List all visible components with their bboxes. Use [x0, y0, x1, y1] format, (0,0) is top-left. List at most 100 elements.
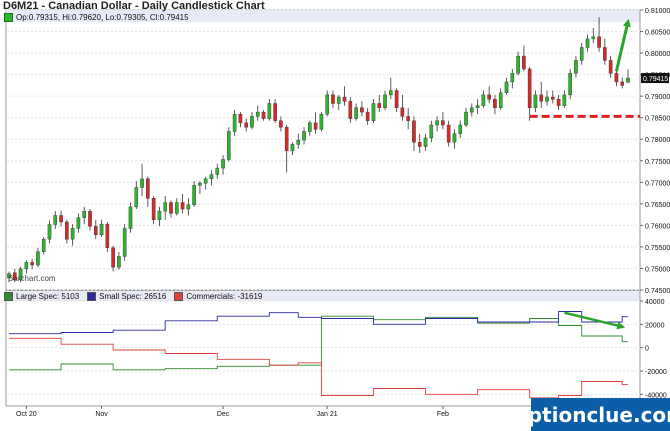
candle-body: [30, 262, 34, 266]
candle-body: [308, 122, 312, 132]
candle-body: [354, 107, 358, 119]
candle-body: [238, 114, 243, 124]
candle-body: [273, 103, 277, 121]
price-tick-label: 0.77500: [645, 159, 670, 166]
price-tick-label: 0.74500: [645, 288, 670, 295]
candle-body: [232, 114, 237, 132]
candle-body: [522, 55, 526, 70]
candle-body: [255, 111, 260, 117]
candle-body: [313, 122, 318, 130]
candle-body: [394, 90, 399, 108]
x-tick-label: Dec: [217, 411, 230, 418]
brand-banner[interactable]: optionclue.com: [514, 398, 670, 431]
cot-y-ticks: 40000200000-20000-40000: [640, 299, 667, 399]
candle-body: [203, 178, 208, 184]
legend-swatch-large-spec: [4, 292, 13, 301]
candle-body: [279, 120, 283, 128]
candle-body: [400, 107, 405, 117]
candle-body: [446, 124, 451, 143]
candle-body: [620, 81, 625, 86]
cot-tick-label: 20000: [645, 322, 665, 329]
candle-body: [82, 210, 87, 218]
candle-body: [180, 202, 185, 210]
candle-body: [556, 98, 561, 106]
candle-body: [464, 111, 468, 126]
candle-body: [134, 187, 139, 208]
candle-body: [441, 120, 445, 126]
x-tick-label: Jan 21: [317, 411, 338, 418]
candle-body: [458, 124, 463, 134]
chart-title: D6M21 - Canadian Dollar - Daily Candlest…: [3, 0, 265, 12]
legend-large-spec: Large Spec: 5103: [4, 292, 79, 301]
price-tick-label: 0.78500: [645, 116, 670, 123]
candle-body: [302, 131, 306, 141]
candle-body: [510, 73, 515, 83]
candle-body: [53, 215, 58, 225]
candle-body: [579, 47, 584, 61]
candle-body: [527, 68, 532, 108]
candle-body: [614, 73, 619, 83]
candle-body: [111, 247, 115, 268]
cot-panel: [5, 290, 641, 407]
candle-body: [371, 103, 376, 121]
candle-body: [267, 103, 272, 119]
price-tick-label: 0.76500: [645, 202, 670, 209]
candle-body: [157, 210, 162, 220]
watermark-text: Barchart.com: [8, 274, 56, 283]
candle-body: [169, 202, 173, 214]
candle-body: [423, 137, 428, 147]
candle-body: [163, 202, 167, 212]
chart-stage: 0.810000.805000.800000.795000.790000.785…: [0, 0, 670, 431]
candle-body: [319, 114, 324, 130]
candle-body: [493, 98, 497, 108]
candle-body: [412, 120, 416, 143]
candle-body: [539, 94, 544, 102]
candle-body: [383, 94, 387, 108]
legend-swatch-commercials: [174, 292, 184, 301]
price-tick-label: 0.76000: [645, 223, 670, 230]
ohlc-swatch: [4, 12, 13, 22]
price-tick-label: 0.80000: [645, 51, 670, 58]
price-tick-label: 0.77000: [645, 180, 670, 187]
candle-body: [545, 96, 549, 102]
cot-tick-label: 0: [645, 346, 649, 353]
legend-label-large-spec: Large Spec: 5103: [16, 292, 80, 301]
candle-body: [550, 96, 555, 100]
candle-body: [128, 206, 133, 229]
candle-body: [585, 38, 590, 48]
candle-body: [65, 221, 69, 240]
price-panel: [5, 9, 641, 291]
candle-body: [487, 94, 491, 100]
price-tick-label: 0.78000: [645, 137, 670, 144]
candle-body: [140, 178, 144, 188]
candle-body: [417, 142, 422, 147]
brand-text: optionclue.com: [514, 402, 670, 427]
candle-body: [331, 94, 335, 104]
legend-small-spec: Small Spec: 26516: [87, 292, 166, 301]
candle-body: [284, 126, 289, 152]
x-tick-label: Feb: [437, 411, 449, 418]
candle-body: [105, 223, 110, 248]
candle-body: [470, 107, 474, 113]
candle-body: [591, 36, 596, 40]
x-tick-label: Oct 20: [16, 411, 37, 418]
candle-body: [186, 204, 191, 210]
legend-swatch-small-spec: [87, 292, 97, 301]
price-tick-label: 0.80500: [645, 30, 670, 37]
candle-body: [336, 96, 341, 104]
candle-body: [452, 133, 457, 143]
price-label-text: 0.79415: [643, 76, 668, 83]
candle-body: [435, 120, 439, 126]
candle-body: [516, 55, 520, 74]
candle-body: [244, 122, 248, 128]
cot-tick-label: 40000: [645, 299, 665, 306]
candle-body: [47, 224, 52, 240]
candle-body: [597, 36, 601, 48]
price-y-ticks: 0.810000.805000.800000.795000.790000.785…: [640, 8, 670, 295]
candle-body: [533, 94, 538, 108]
candle-body: [93, 226, 98, 236]
candle-body: [290, 144, 295, 152]
ohlc-text: Op:0.79315, Hi:0.79620, Lo:0.79305, Cl:0…: [16, 12, 189, 22]
candle-body: [209, 174, 214, 180]
candle-body: [192, 185, 196, 205]
